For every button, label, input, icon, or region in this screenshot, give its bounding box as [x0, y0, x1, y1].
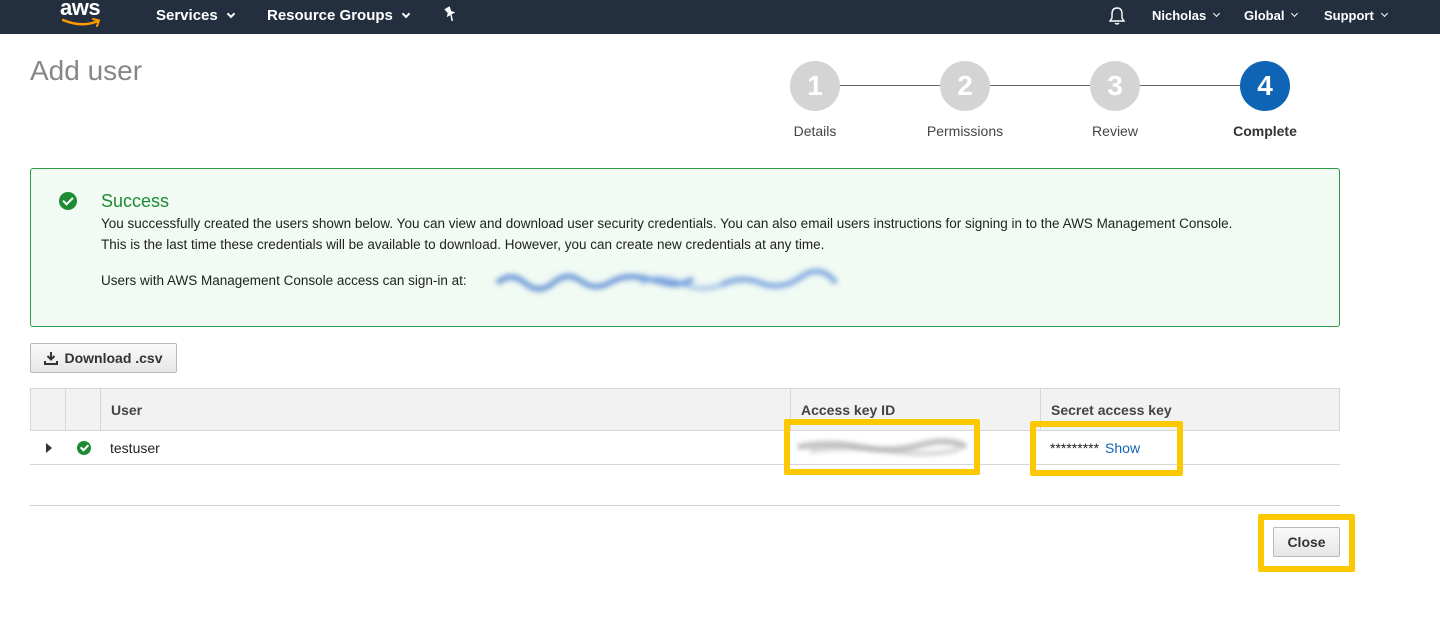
chevron-down-icon [1213, 9, 1221, 18]
expand-column-header [31, 389, 66, 430]
success-title: Success [101, 191, 170, 211]
step-4-label: Complete [1233, 123, 1297, 139]
step-1-circle[interactable]: 1 [790, 61, 840, 111]
page-title: Add user [30, 55, 143, 86]
chevron-down-icon [1291, 9, 1299, 18]
top-nav: aws Services Resource Groups Nicholas Gl… [0, 0, 1440, 34]
download-icon [44, 352, 59, 365]
resource-groups-label: Resource Groups [267, 7, 393, 24]
pin-icon [444, 6, 456, 22]
success-message-line2: This is the last time these credentials … [101, 237, 825, 252]
close-button[interactable]: Close [1273, 527, 1340, 557]
step-4-circle: 4 [1240, 61, 1290, 111]
support-menu[interactable]: Support [1324, 8, 1388, 23]
step-1-label[interactable]: Details [745, 123, 885, 139]
services-label: Services [156, 7, 218, 24]
step-2-label[interactable]: Permissions [895, 123, 1035, 139]
download-csv-label: Download .csv [64, 350, 163, 366]
step-connector [990, 85, 1090, 86]
success-check-icon [59, 192, 77, 210]
user-menu[interactable]: Nicholas [1152, 8, 1221, 23]
region-menu[interactable]: Global [1244, 8, 1299, 23]
region-label: Global [1244, 8, 1285, 23]
success-check-icon [77, 441, 91, 455]
services-menu[interactable]: Services [156, 7, 235, 24]
support-label: Support [1324, 8, 1374, 23]
redacted-access-key[interactable] [790, 425, 974, 469]
aws-logo[interactable]: aws [60, 0, 104, 30]
pin-button[interactable] [443, 6, 457, 22]
signin-url-label: Users with AWS Management Console access… [101, 273, 467, 288]
step-connector [840, 85, 940, 86]
success-message-line1: You successfully created the users shown… [101, 216, 1233, 231]
resource-groups-menu[interactable]: Resource Groups [267, 7, 411, 24]
step-connector [1140, 85, 1240, 86]
user-name: Nicholas [1152, 8, 1207, 23]
step-2-circle[interactable]: 2 [940, 61, 990, 111]
download-csv-button[interactable]: Download .csv [30, 343, 177, 373]
aws-smile-icon [62, 18, 101, 27]
user-cell: testuser [110, 440, 160, 456]
secret-key-highlight [1030, 421, 1183, 476]
chevron-down-icon [1380, 9, 1388, 18]
step-3-label[interactable]: Review [1045, 123, 1185, 139]
success-panel: Success You successfully created the use… [30, 168, 1340, 327]
footer-divider [30, 505, 1340, 506]
user-column-header[interactable]: User [101, 389, 791, 430]
step-3-circle[interactable]: 3 [1090, 61, 1140, 111]
status-column-header [66, 389, 101, 430]
access-key-highlight [784, 419, 980, 475]
expand-row-caret-icon[interactable] [46, 443, 52, 453]
chevron-down-icon [226, 9, 235, 18]
notifications-button[interactable] [1108, 6, 1126, 26]
redacted-signin-url[interactable] [491, 263, 841, 299]
bell-icon [1108, 7, 1126, 25]
chevron-down-icon [401, 9, 411, 18]
